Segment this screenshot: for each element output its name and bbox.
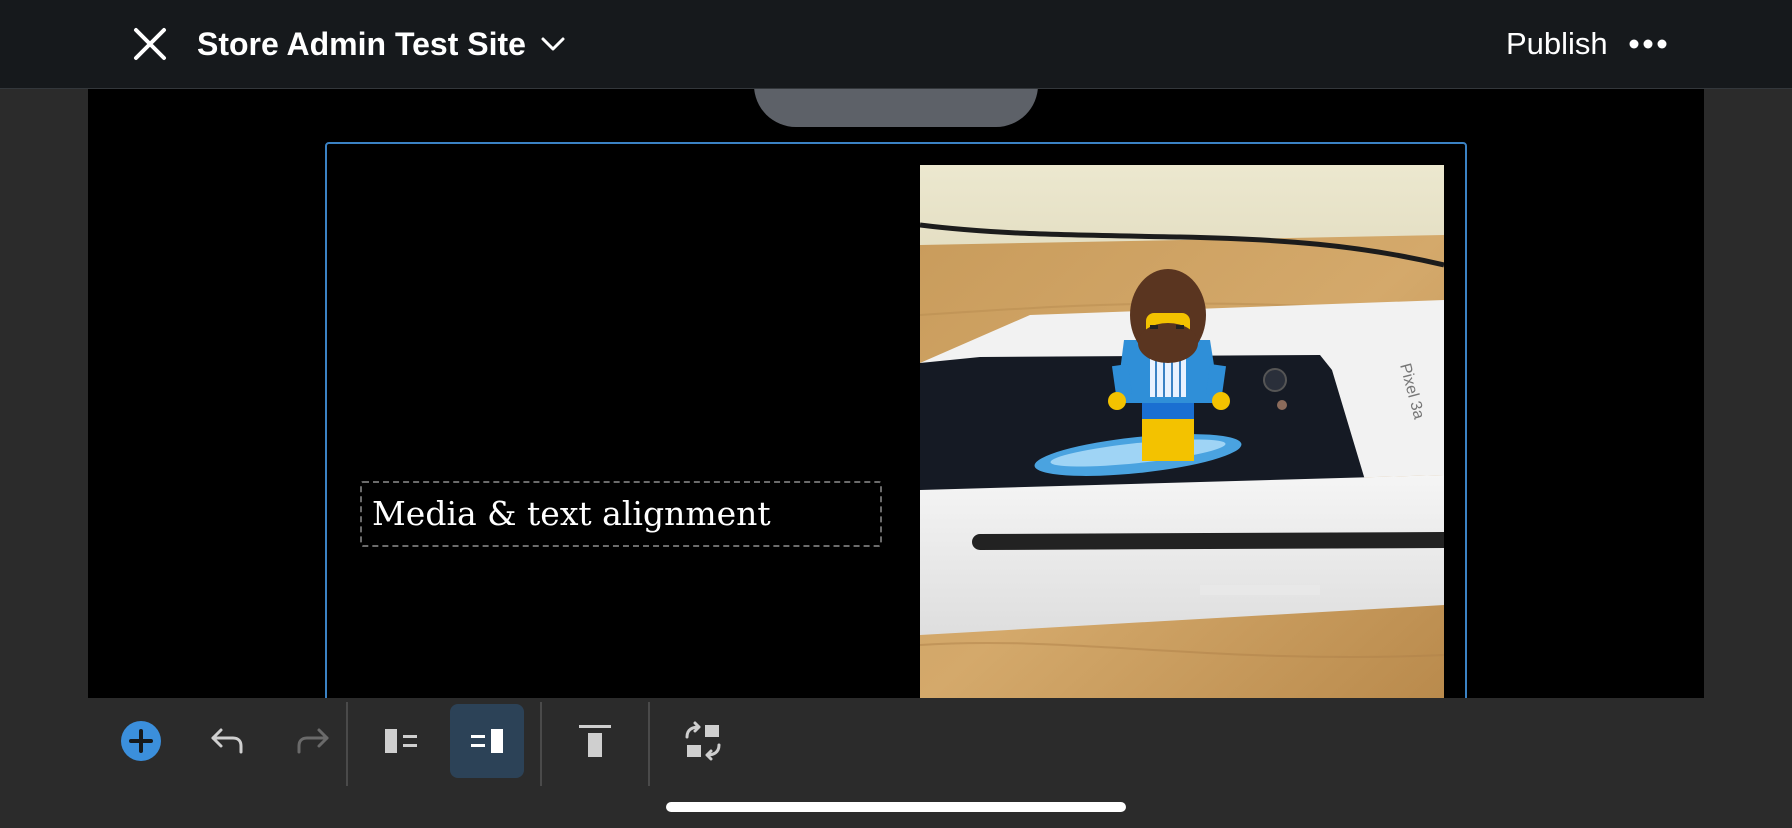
close-button[interactable] [130,24,170,64]
media-left-button[interactable] [364,704,438,778]
previous-block-handle[interactable] [754,89,1038,127]
media-right-icon [471,729,503,753]
site-selector[interactable]: Store Admin Test Site [197,22,566,66]
chevron-down-icon [541,37,565,51]
more-options-button[interactable] [1628,30,1668,58]
undo-button[interactable] [190,704,264,778]
align-top-button[interactable] [558,704,632,778]
align-top-icon [579,725,611,757]
site-title: Store Admin Test Site [197,26,526,62]
toolbar-divider [346,702,348,786]
media-right-button[interactable] [450,704,524,778]
media-image[interactable]: Pixel 3a [920,165,1444,698]
more-icon [1629,39,1667,49]
redo-button[interactable] [276,704,350,778]
editor-canvas: Media & text alignment Pixel 3a [88,89,1704,698]
redo-icon [297,728,329,754]
add-block-button[interactable] [104,704,178,778]
bottom-toolbar [88,698,1704,786]
publish-button[interactable]: Publish [1506,22,1608,66]
close-icon [134,28,166,60]
media-text-paragraph[interactable]: Media & text alignment [360,481,882,547]
toolbar-divider [648,702,650,786]
lego-photo: Pixel 3a [920,165,1444,698]
home-indicator[interactable] [666,802,1126,812]
top-bar: Store Admin Test Site Publish [0,0,1792,89]
add-block-icon [121,721,161,761]
toolbar-divider [540,702,542,786]
swap-icon [685,721,721,761]
media-left-icon [385,729,417,753]
swap-button[interactable] [666,704,740,778]
undo-icon [211,728,243,754]
paragraph-text: Media & text alignment [372,494,771,533]
